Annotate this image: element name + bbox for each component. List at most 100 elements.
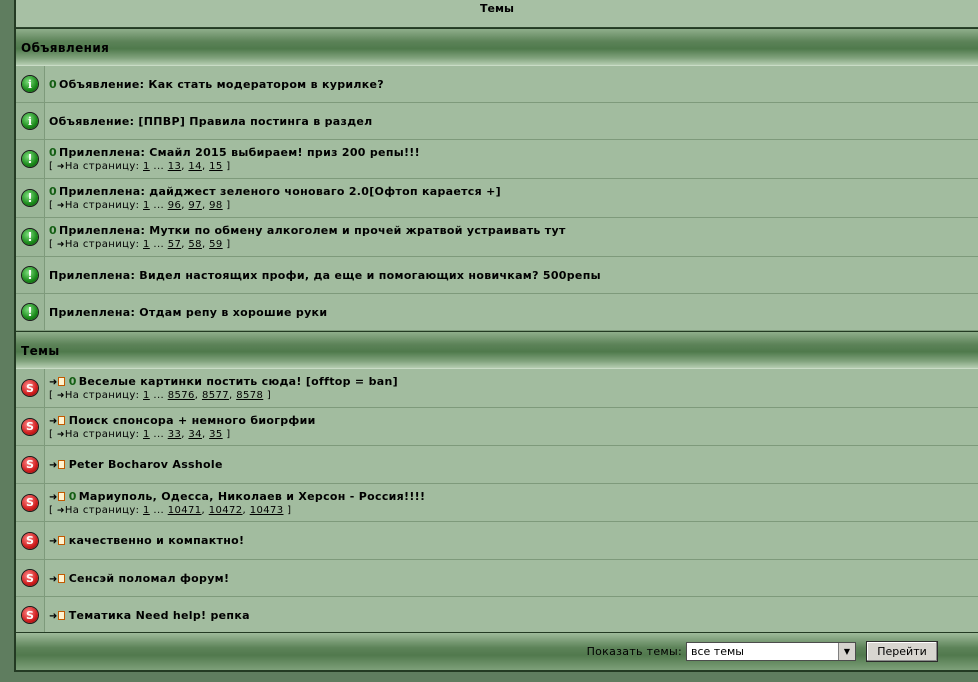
go-button[interactable]: Перейти xyxy=(866,641,938,662)
exclamation-icon: ! xyxy=(22,304,38,320)
topic-status-cell: S xyxy=(16,597,45,633)
page-link[interactable]: 14 xyxy=(188,161,202,172)
bracket-close: ] xyxy=(226,161,231,172)
topic-status-cell: ! xyxy=(16,257,45,293)
page-link[interactable]: 1 xyxy=(143,239,150,250)
page-link[interactable]: 59 xyxy=(209,239,223,250)
page-link[interactable]: 1 xyxy=(143,429,150,440)
new-post-arrow-icon[interactable]: ➜ xyxy=(49,536,58,547)
topic-row: S ➜ Peter Bocharov Asshole xyxy=(16,446,978,484)
pages-ellipsis: ... xyxy=(153,161,165,172)
new-post-arrow-icon[interactable]: ➜ xyxy=(49,492,58,503)
page-link[interactable]: 1 xyxy=(143,200,150,211)
page-link[interactable]: 8577 xyxy=(202,390,229,401)
hot-topic-icon: S xyxy=(22,532,38,549)
pages-label: На страницу: xyxy=(64,504,140,516)
topic-status-cell: S xyxy=(16,522,45,559)
page-links: [ ➜На страницу: 1 ... 96, 97, 98 ] xyxy=(49,200,231,211)
topic-title-link[interactable]: Сенсэй поломал форум! xyxy=(69,572,230,585)
topic-row: S ➜ 0 Мариуполь, Одесса, Николаев и Херсон … xyxy=(16,484,978,522)
section-topics: Темы xyxy=(16,331,978,369)
page-links: [ ➜На страницу: 1 ... 57, 58, 59 ] xyxy=(49,239,231,250)
topic-title-link[interactable]: Объявление: [ППВР] Правила постинга в ра… xyxy=(49,115,373,128)
bracket-close: ] xyxy=(226,239,231,250)
pages-ellipsis: ... xyxy=(153,390,165,401)
topic-status-cell: S xyxy=(16,484,45,521)
topic-title-link[interactable]: Тематика Need help! репка xyxy=(69,609,250,622)
topic-filter-select[interactable]: все темы ▼ xyxy=(686,642,856,661)
page-links: [ ➜На страницу: 1 ... 13, 14, 15 ] xyxy=(49,161,231,172)
hot-topic-icon: S xyxy=(22,418,38,435)
topic-title-link[interactable]: Peter Bocharov Asshole xyxy=(69,458,223,471)
hot-topic-icon: S xyxy=(22,570,38,586)
topic-title-link[interactable]: Прилеплена: Отдам репу в хорошие руки xyxy=(49,306,327,319)
page-link[interactable]: 33 xyxy=(168,429,182,440)
bracket-open: [ xyxy=(49,504,54,516)
page-links: [ ➜На страницу: 1 ... 10471, 10472, 1047… xyxy=(49,504,292,516)
page-link[interactable]: 1 xyxy=(143,505,150,516)
page-link[interactable]: 10471 xyxy=(168,505,202,516)
info-icon: i xyxy=(22,113,38,129)
topic-title-link[interactable]: качественно и компактно! xyxy=(69,534,245,547)
paperclip-icon: 0 xyxy=(49,224,57,237)
topic-title-link[interactable]: Прилеплена: дайджест зеленого чоноваго 2… xyxy=(59,185,501,198)
topic-status-cell: S xyxy=(16,560,45,596)
page-link[interactable]: 8578 xyxy=(236,390,263,401)
page-link[interactable]: 34 xyxy=(188,429,202,440)
topic-title-link[interactable]: Объявление: Как стать модератором в кури… xyxy=(59,78,384,91)
pages-label: На страницу: xyxy=(64,428,140,440)
document-icon xyxy=(57,460,65,469)
bracket-open: [ xyxy=(49,390,54,401)
page-link[interactable]: 15 xyxy=(209,161,223,172)
page-link[interactable]: 1 xyxy=(143,390,150,401)
new-post-arrow-icon[interactable]: ➜ xyxy=(49,416,58,427)
document-icon xyxy=(57,377,65,386)
new-post-arrow-icon[interactable]: ➜ xyxy=(49,611,58,622)
pages-label: На страницу: xyxy=(64,239,140,250)
page-link[interactable]: 10472 xyxy=(209,505,243,516)
pages-ellipsis: ... xyxy=(153,239,165,250)
topic-status-cell: i xyxy=(16,66,45,102)
info-icon: i xyxy=(22,76,38,92)
topic-title-link[interactable]: Прилеплена: Смайл 2015 выбираем! приз 20… xyxy=(59,146,420,159)
page-link[interactable]: 1 xyxy=(143,161,150,172)
topic-row: ! Прилеплена: Видел настоящих профи, да е… xyxy=(16,257,978,294)
hot-topic-icon: S xyxy=(22,456,38,473)
topic-status-cell: ! xyxy=(16,179,45,217)
topic-title-link[interactable]: Прилеплена: Мутки по обмену алкоголем и … xyxy=(59,224,566,237)
page-arrow-icon: ➜ xyxy=(56,162,65,172)
page-arrow-icon: ➜ xyxy=(56,391,65,401)
topic-status-cell: ! xyxy=(16,140,45,178)
document-icon xyxy=(57,573,65,583)
page-link[interactable]: 98 xyxy=(209,200,223,211)
page-links: [ ➜На страницу: 1 ... 33, 34, 35 ] xyxy=(49,428,231,440)
topic-row: S ➜ Поиск спонсора + немного биогрфии[ ➜На… xyxy=(16,408,978,446)
topic-title-link[interactable]: Мариуполь, Одесса, Николаев и Херсон - Р… xyxy=(79,490,426,503)
new-post-arrow-icon[interactable]: ➜ xyxy=(49,460,58,471)
new-post-arrow-icon[interactable]: ➜ xyxy=(49,574,58,585)
page-link[interactable]: 96 xyxy=(168,200,182,211)
topic-status-cell: S xyxy=(16,369,45,407)
page-link[interactable]: 57 xyxy=(168,239,182,250)
topic-row: ! Прилеплена: Отдам репу в хорошие руки xyxy=(16,294,978,331)
document-icon xyxy=(57,610,65,620)
paperclip-icon: 0 xyxy=(49,77,57,91)
page-arrow-icon: ➜ xyxy=(56,201,65,211)
topic-title-link[interactable]: Веселые картинки постить сюда! [offtop =… xyxy=(79,375,398,388)
document-icon xyxy=(57,415,65,425)
page-link[interactable]: 8576 xyxy=(168,390,195,401)
show-topics-label: Показать темы: xyxy=(586,645,682,658)
topic-title-link[interactable]: Прилеплена: Видел настоящих профи, да ещ… xyxy=(49,269,601,282)
topic-title-link[interactable]: Поиск спонсора + немного биогрфии xyxy=(69,414,316,427)
new-post-arrow-icon[interactable]: ➜ xyxy=(49,377,58,388)
bracket-close: ] xyxy=(287,504,292,516)
page-link[interactable]: 35 xyxy=(209,429,223,440)
chevron-down-icon[interactable]: ▼ xyxy=(838,643,855,660)
page-link[interactable]: 10473 xyxy=(250,505,284,516)
page-link[interactable]: 58 xyxy=(188,239,202,250)
topic-row: ! 0 Прилеплена: Смайл 2015 выбираем! приз … xyxy=(16,140,978,179)
page-link[interactable]: 97 xyxy=(188,200,202,211)
topic-status-cell: i xyxy=(16,103,45,139)
paperclip-icon: 0 xyxy=(49,146,57,159)
page-link[interactable]: 13 xyxy=(168,161,182,172)
